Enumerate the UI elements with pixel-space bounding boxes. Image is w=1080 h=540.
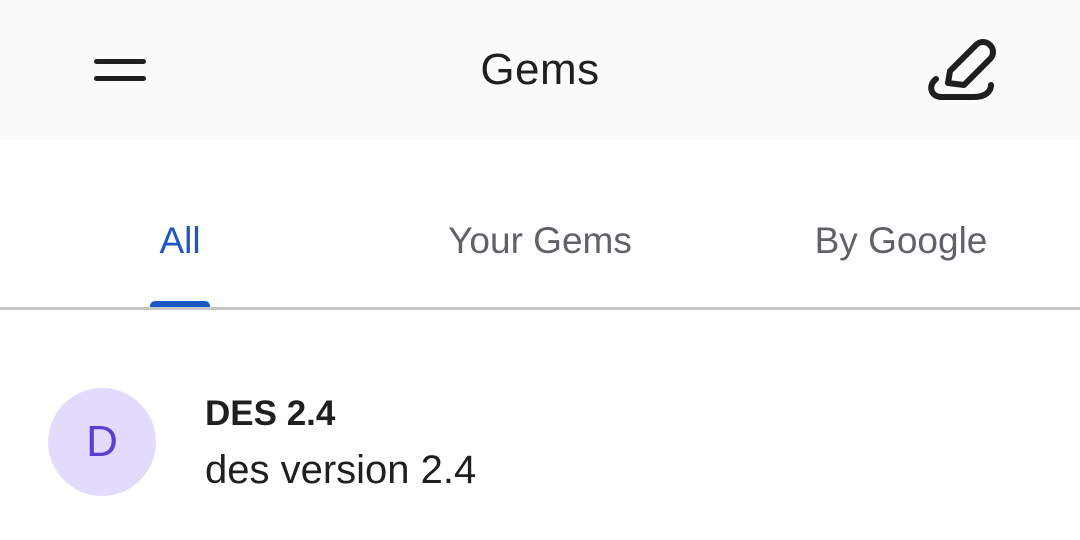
tab-all[interactable]: All — [120, 216, 240, 266]
top-app-bar: Gems — [0, 0, 1080, 140]
avatar: D — [48, 388, 156, 496]
tab-divider — [0, 307, 1080, 310]
gem-name: DES 2.4 — [205, 394, 336, 433]
tab-by-google[interactable]: By Google — [770, 216, 1032, 266]
list-item[interactable]: D DES 2.4 des version 2.4 — [0, 372, 1080, 512]
tab-bar: All Your Gems By Google — [0, 140, 1080, 310]
edit-icon — [928, 39, 996, 100]
gems-screen: Gems All Your Gems By Google D DES 2.4 d… — [0, 0, 1080, 540]
new-gem-button[interactable] — [904, 34, 1016, 106]
tab-your-gems[interactable]: Your Gems — [400, 216, 680, 266]
gem-description: des version 2.4 — [205, 448, 477, 492]
